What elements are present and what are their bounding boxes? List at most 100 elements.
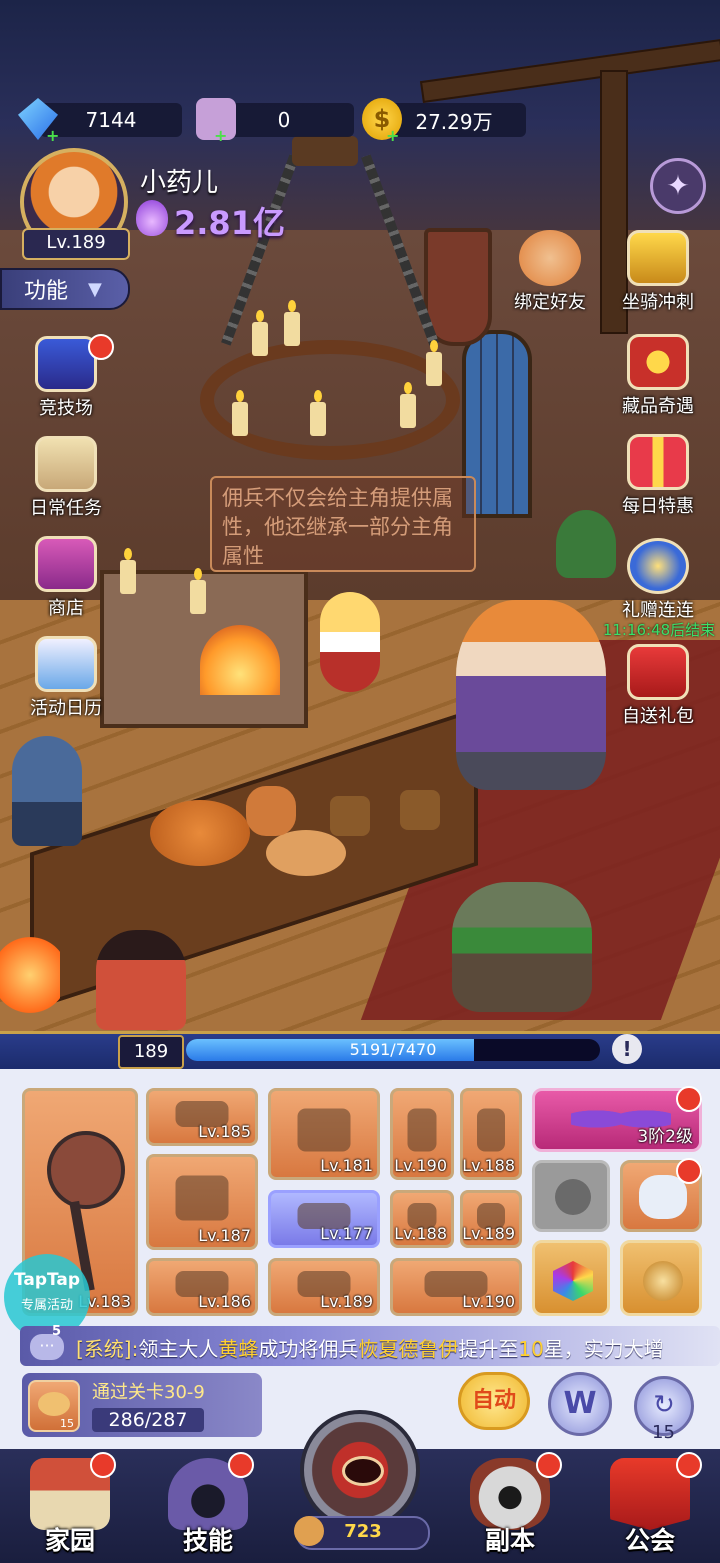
daily-tasks-button[interactable]: 日常任务: [24, 436, 108, 520]
settings-icon[interactable]: ✦: [650, 158, 706, 214]
boots-slot[interactable]: Lv.190: [390, 1258, 522, 1316]
hexagon-gem-icon: [553, 1261, 593, 1301]
auto-battle-button[interactable]: 自动: [458, 1372, 530, 1430]
collection-adventure-label: 藏品奇遇: [622, 396, 694, 417]
refresh-icon: ↻: [653, 1390, 675, 1420]
scroll-count: 0: [277, 108, 291, 132]
mount-sprint-label: 坐骑冲刺: [622, 292, 694, 313]
shop-button[interactable]: 商店: [24, 536, 108, 620]
candle: [284, 300, 300, 346]
bread-shape: [38, 1392, 70, 1416]
stage-title: 通过关卡30-9: [92, 1382, 205, 1403]
necklace-icon: [477, 1108, 505, 1152]
hero-on-mount[interactable]: [456, 600, 606, 790]
battle-emblem-button[interactable]: [300, 1410, 420, 1530]
armor-slot[interactable]: Lv.187: [146, 1154, 258, 1250]
taptap-logo: TapTap: [13, 1270, 81, 1290]
notification-dot: [676, 1086, 702, 1112]
notification-dot: [88, 334, 114, 360]
crystal-slot[interactable]: Lv.189: [268, 1258, 380, 1316]
spiral-rune-icon: [643, 1261, 683, 1301]
lion-helm-slot[interactable]: Lv.181: [268, 1088, 380, 1180]
shield-decor: [424, 228, 492, 346]
armor-icon: [175, 1175, 229, 1220]
candle: [310, 390, 326, 436]
mount-sprint-button[interactable]: 坐骑冲刺: [616, 230, 700, 314]
ring-slot[interactable]: Lv.189: [460, 1190, 522, 1248]
item-level: Lv.187: [198, 1226, 251, 1245]
pants-icon: [407, 1108, 437, 1152]
nav-home-tab[interactable]: 家园: [0, 1450, 140, 1563]
xp-level: 189: [118, 1035, 184, 1069]
bread-plate: [266, 830, 346, 876]
necklace-slot[interactable]: Lv.188: [460, 1088, 522, 1180]
trophy-icon: [627, 230, 689, 286]
mace-icon: [47, 1131, 125, 1209]
scepter-slot[interactable]: Lv.177: [268, 1190, 380, 1248]
auto-label: 自动: [471, 1388, 516, 1413]
potted-plant: [556, 510, 616, 578]
orc-rider-npc[interactable]: [452, 882, 592, 1012]
ticker-message: [系统]:领主大人黄蜂成功将佣兵恢夏德鲁伊提升至10星，实力大增: [76, 1333, 664, 1362]
daily-deal-button[interactable]: 每日特惠: [616, 434, 700, 518]
maid-npc[interactable]: [320, 592, 380, 692]
self-gift-pack-label: 自送礼包: [622, 706, 694, 727]
stage-progress: 286/287: [92, 1408, 204, 1432]
pet-slot-locked[interactable]: [532, 1160, 610, 1232]
friends-icon: [519, 230, 581, 286]
rune-slot[interactable]: [620, 1240, 702, 1316]
nav-home-label: 家园: [44, 1526, 95, 1555]
candle: [252, 310, 268, 356]
bread-energy-icon: [294, 1516, 324, 1546]
warrior-npc[interactable]: [96, 930, 186, 1030]
ticker-segment: 提升至: [458, 1337, 519, 1361]
candle: [190, 568, 206, 614]
pants-slot[interactable]: Lv.190: [390, 1088, 454, 1180]
ticker-prefix: [系统]:: [76, 1337, 139, 1361]
gold-count: 27.29万: [415, 109, 493, 134]
game-scene[interactable]: 佣兵不仅会给主角提供属性，他还继承一部分主角属性: [0, 0, 720, 1035]
shop-icon: [35, 536, 97, 592]
mug: [330, 796, 370, 836]
collection-adventure-button[interactable]: 藏品奇遇: [616, 334, 700, 418]
add-gold-icon[interactable]: +: [386, 126, 400, 145]
gem-counter[interactable]: 7144: [40, 103, 182, 137]
event-calendar-label: 活动日历: [30, 698, 102, 719]
chat-badge: 5: [52, 1324, 62, 1339]
notification-dot: [676, 1158, 702, 1184]
candle: [400, 382, 416, 428]
function-menu-button[interactable]: 功能 ▼: [0, 268, 130, 310]
w-skill-button[interactable]: W: [548, 1372, 612, 1436]
item-level: Lv.185: [198, 1122, 251, 1141]
self-gift-pack-button[interactable]: 自送礼包: [616, 644, 700, 728]
item-level: Lv.188: [394, 1224, 447, 1243]
gem-slot[interactable]: [532, 1240, 610, 1316]
bind-friend-button[interactable]: 绑定好友: [508, 230, 592, 314]
lion-helm-icon: [297, 1108, 351, 1152]
ticker-mercenary-name: 恢夏德鲁伊: [358, 1337, 459, 1361]
gift-box-icon: [627, 434, 689, 490]
info-icon[interactable]: !: [612, 1034, 642, 1064]
nav-skills-tab[interactable]: 技能: [138, 1450, 278, 1563]
bread-icon: 15: [28, 1380, 80, 1432]
gold-counter[interactable]: 27.29万: [382, 103, 526, 137]
gloves-slot[interactable]: Lv.185: [146, 1088, 258, 1146]
event-timer: 11:16:48后结束: [602, 621, 716, 639]
emblem-slot[interactable]: Lv.188: [390, 1190, 454, 1248]
function-menu-label: 功能: [24, 279, 69, 304]
ticker-segment: 领主大人: [138, 1337, 219, 1361]
event-calendar-button[interactable]: 活动日历: [24, 636, 108, 720]
energy-counter[interactable]: 723: [294, 1516, 430, 1550]
notification-dot: [676, 1452, 702, 1478]
mage-npc[interactable]: [12, 736, 82, 846]
refresh-count: 15: [652, 1422, 675, 1443]
wings-tier: 3阶2级: [637, 1127, 693, 1147]
fire-npc[interactable]: [0, 920, 60, 1030]
candle: [120, 548, 136, 594]
hint-tooltip: 佣兵不仅会给主角提供属性，他还继承一部分主角属性: [210, 476, 476, 572]
item-level: Lv.189: [320, 1292, 373, 1311]
add-scroll-icon[interactable]: +: [214, 126, 228, 145]
belt-slot[interactable]: Lv.186: [146, 1258, 258, 1316]
add-gem-icon[interactable]: +: [46, 126, 60, 145]
gift-chain-button[interactable]: 礼赠连连: [616, 538, 700, 622]
